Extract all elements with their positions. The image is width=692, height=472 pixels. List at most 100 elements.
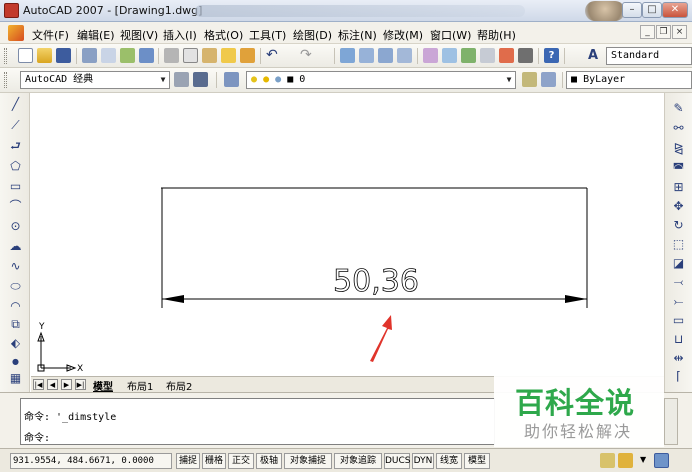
trim-icon[interactable]: ⤙ (671, 275, 686, 290)
autocad-app-icon[interactable] (4, 3, 19, 18)
ortho-toggle[interactable]: 正交 (228, 453, 254, 469)
doc-minimize-button[interactable]: _ (640, 25, 655, 39)
first-tab-button[interactable]: |◀ (33, 379, 44, 390)
maximize-button[interactable]: □ (642, 2, 662, 18)
snap-toggle[interactable]: 捕捉 (176, 453, 200, 469)
menu-window[interactable]: 窗口(W) (430, 27, 471, 43)
dyn-toggle[interactable]: DYN (412, 453, 434, 469)
publish-icon[interactable] (120, 48, 135, 63)
make-current-layer-icon[interactable] (522, 72, 537, 87)
menu-modify[interactable]: 修改(M) (383, 27, 423, 43)
point-icon[interactable]: ● (8, 354, 23, 369)
cut-icon[interactable] (164, 48, 179, 63)
markup-icon[interactable] (499, 48, 514, 63)
ducs-toggle[interactable]: DUCS (384, 453, 411, 469)
menu-help[interactable]: 帮助(H) (477, 27, 516, 43)
dimension-text[interactable]: 50,36 (333, 264, 420, 300)
layer-manager-icon[interactable] (224, 72, 239, 87)
pan-icon[interactable] (340, 48, 355, 63)
command-prompt[interactable]: 命令: (24, 429, 50, 444)
match-properties-icon[interactable] (221, 48, 236, 63)
rotate-icon[interactable]: ↻ (671, 218, 686, 233)
drawing-canvas[interactable]: 50,36 Y X (31, 93, 664, 376)
next-tab-button[interactable]: ▶ (61, 379, 72, 390)
move-icon[interactable]: ✥ (671, 199, 686, 214)
zoom-window-icon[interactable] (378, 48, 393, 63)
layer-previous-icon[interactable] (541, 72, 556, 87)
calculator-icon[interactable] (518, 48, 533, 63)
save-icon[interactable] (56, 48, 71, 63)
menu-format[interactable]: 格式(O) (204, 27, 243, 43)
arc-icon[interactable]: ⌒ (8, 199, 23, 214)
tab-layout1[interactable]: 布局1 (127, 378, 153, 393)
ellipse-icon[interactable]: ⬭ (8, 279, 23, 294)
undo-icon[interactable]: ↶ (266, 48, 281, 63)
otrack-toggle[interactable]: 对象追踪 (334, 453, 382, 469)
chamfer-icon[interactable]: ⇹ (671, 351, 686, 366)
drawing-doc-icon[interactable] (8, 25, 24, 41)
tab-layout2[interactable]: 布局2 (166, 378, 192, 393)
line-icon[interactable]: ╱ (8, 97, 23, 112)
chevron-down-icon[interactable]: ▼ (640, 455, 646, 464)
ellipse-arc-icon[interactable]: ◠ (8, 299, 23, 314)
offset-icon[interactable]: ◚ (671, 161, 686, 176)
extend-icon[interactable]: ⤚ (671, 294, 686, 309)
copy-icon[interactable] (183, 48, 198, 63)
plot-preview-icon[interactable] (101, 48, 116, 63)
sheet-set-icon[interactable] (480, 48, 495, 63)
minimize-button[interactable]: – (622, 2, 642, 18)
layer-select[interactable]: ● ● ● ■ 0 ▼ (246, 71, 516, 89)
menu-dimension[interactable]: 标注(N) (338, 27, 377, 43)
tool-palettes-icon[interactable] (461, 48, 476, 63)
make-block-icon[interactable]: ⬖ (8, 336, 23, 351)
close-button[interactable]: ✕ (662, 2, 688, 18)
grid-toggle[interactable]: 栅格 (202, 453, 226, 469)
communication-center-icon[interactable] (600, 453, 615, 468)
model-toggle[interactable]: 模型 (464, 453, 490, 469)
menu-draw[interactable]: 绘图(D) (293, 27, 332, 43)
redo-icon[interactable]: ↷ (300, 48, 315, 63)
polygon-icon[interactable]: ⬠ (8, 159, 23, 174)
toolbar-grip[interactable] (4, 48, 7, 64)
coordinate-readout[interactable]: 931.9554, 484.6671, 0.0000 (10, 453, 172, 469)
paste-icon[interactable] (202, 48, 217, 63)
text-style-select[interactable]: Standard (606, 47, 692, 65)
clean-screen-icon[interactable] (654, 453, 669, 468)
text-style-icon[interactable]: A (588, 48, 603, 63)
hatch-icon[interactable]: ▦ (8, 371, 23, 386)
join-icon[interactable]: ⊔ (671, 332, 686, 347)
doc-close-button[interactable]: × (672, 25, 687, 39)
mirror-icon[interactable]: ⧎ (671, 141, 686, 156)
copy-object-icon[interactable]: ⚯ (671, 121, 686, 136)
open-icon[interactable] (37, 48, 52, 63)
3d-dwf-icon[interactable] (139, 48, 154, 63)
array-icon[interactable]: ⊞ (671, 180, 686, 195)
osnap-toggle[interactable]: 对象捕捉 (284, 453, 332, 469)
menu-view[interactable]: 视图(V) (120, 27, 158, 43)
properties-icon[interactable] (423, 48, 438, 63)
workspace-settings-icon[interactable] (174, 72, 189, 87)
toolbar-grip[interactable] (4, 72, 7, 88)
insert-block-icon[interactable]: ⧉ (8, 317, 23, 332)
scale-icon[interactable]: ⬚ (671, 237, 686, 252)
circle-icon[interactable]: ⊙ (8, 219, 23, 234)
break-icon[interactable]: ▭ (671, 313, 686, 328)
spline-icon[interactable]: ∿ (8, 259, 23, 274)
new-icon[interactable] (18, 48, 33, 63)
help-icon[interactable]: ? (544, 48, 559, 63)
tab-model[interactable]: 模型 (93, 378, 113, 393)
zoom-previous-icon[interactable] (397, 48, 412, 63)
doc-restore-button[interactable]: ❐ (656, 25, 671, 39)
erase-icon[interactable]: ✎ (671, 101, 686, 116)
last-tab-button[interactable]: ▶| (75, 379, 86, 390)
menu-edit[interactable]: 编辑(E) (77, 27, 115, 43)
menu-insert[interactable]: 插入(I) (163, 27, 197, 43)
plot-icon[interactable] (82, 48, 97, 63)
stretch-icon[interactable]: ◪ (671, 256, 686, 271)
fillet-icon[interactable]: ⌈ (671, 369, 686, 384)
construction-line-icon[interactable]: ⟋ (8, 118, 23, 133)
prev-tab-button[interactable]: ◀ (47, 379, 58, 390)
menu-file[interactable]: 文件(F) (32, 27, 69, 43)
command-scrollbar[interactable] (664, 398, 678, 445)
lineweight-toggle[interactable]: 线宽 (436, 453, 462, 469)
